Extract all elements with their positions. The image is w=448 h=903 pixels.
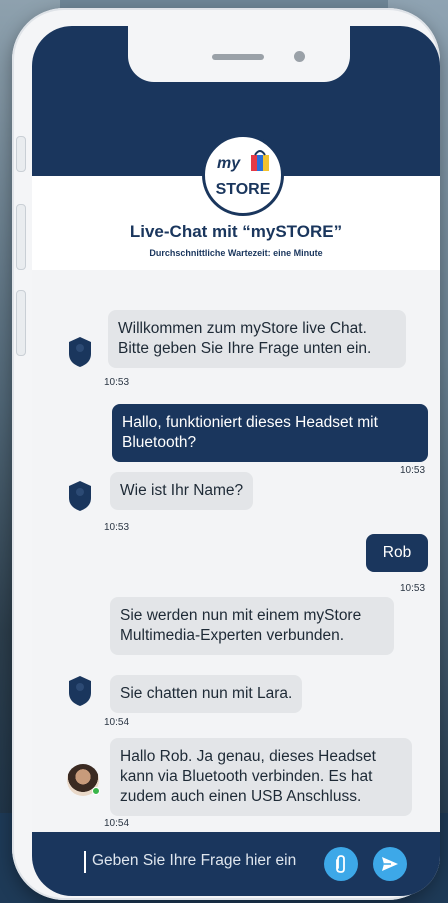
message-bot: Sie werden nun mit einem myStore Multime… — [110, 597, 394, 655]
message-text: Hallo Rob. Ja genau, dieses Headset kann… — [120, 748, 376, 805]
send-icon — [382, 857, 398, 871]
phone-side-button — [16, 204, 26, 270]
message-list: Willkommen zum myStore live Chat. Bitte … — [32, 270, 440, 829]
phone-notch — [128, 26, 350, 82]
message-time: 10:54 — [104, 818, 130, 829]
text-caret — [84, 851, 86, 873]
message-time: 10:54 — [104, 717, 130, 728]
message-user: Rob — [366, 534, 428, 572]
bot-avatar-icon — [69, 481, 91, 511]
message-bot: Sie chatten nun mit Lara. — [110, 675, 303, 713]
send-button[interactable] — [373, 847, 407, 881]
message-agent: Hallo Rob. Ja genau, dieses Headset kann… — [110, 738, 412, 816]
paperclip-icon — [336, 855, 345, 873]
bot-avatar-icon — [69, 337, 91, 367]
attach-button[interactable] — [324, 847, 358, 881]
chat-header: my STORE Live-Chat mit “mySTORE” Durchsc… — [32, 26, 440, 270]
message-time: 10:53 — [400, 583, 426, 594]
message-bot: Willkommen zum myStore live Chat. Bitte … — [108, 310, 406, 368]
message-text: Sie werden nun mit einem myStore Multime… — [120, 607, 362, 644]
logo-text-my: my — [217, 155, 241, 172]
mystore-logo: my STORE — [202, 134, 284, 216]
message-text: Sie chatten nun mit Lara. — [120, 685, 293, 702]
phone-frame: my STORE Live-Chat mit “mySTORE” Durchsc… — [12, 8, 440, 900]
shopping-bag-icon — [251, 150, 269, 171]
message-text: Wie ist Ihr Name? — [120, 482, 244, 499]
online-status-dot — [92, 787, 100, 795]
message-time: 10:53 — [104, 522, 130, 533]
phone-screen: my STORE Live-Chat mit “mySTORE” Durchsc… — [32, 26, 440, 896]
message-text: Hallo, funktioniert dieses Headset mit B… — [122, 414, 378, 451]
front-camera — [294, 51, 305, 62]
message-input[interactable]: Geben Sie Ihre Frage hier ein — [92, 852, 296, 870]
speaker-grille — [212, 54, 264, 60]
chat-title: Live-Chat mit “mySTORE” — [129, 222, 343, 241]
message-time: 10:53 — [104, 377, 130, 388]
bot-avatar-icon — [69, 676, 91, 706]
message-text: Rob — [382, 544, 412, 561]
message-user: Hallo, funktioniert dieses Headset mit B… — [112, 404, 428, 462]
phone-side-button — [16, 290, 26, 356]
message-bot: Wie ist Ihr Name? — [110, 472, 254, 510]
logo-text-store: STORE — [215, 181, 271, 198]
message-input-bar: Geben Sie Ihre Frage hier ein — [32, 832, 440, 896]
wait-time-text: Durchschnittliche Wartezeit: eine Minute — [149, 248, 323, 258]
message-text: Willkommen zum myStore live Chat. Bitte … — [118, 320, 372, 357]
phone-side-button — [16, 136, 26, 172]
message-time: 10:53 — [400, 465, 426, 476]
